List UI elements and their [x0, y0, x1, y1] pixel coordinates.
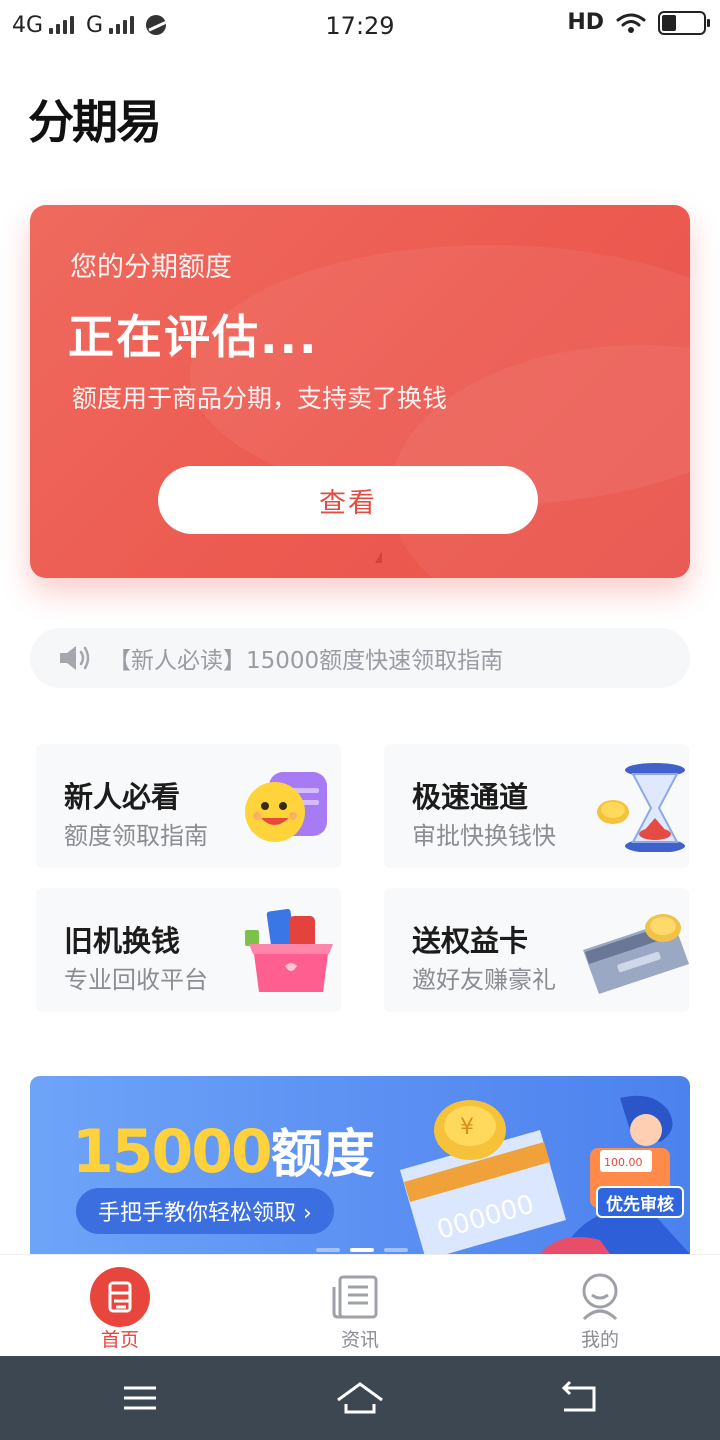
tile-subtitle: 额度领取指南 [64, 822, 208, 850]
wifi-icon [616, 13, 646, 33]
carousel-dots[interactable] [316, 1248, 408, 1252]
home-logo-icon [90, 1267, 150, 1327]
system-nav-bar [0, 1356, 720, 1440]
nav-news[interactable]: 资讯 [300, 1255, 420, 1357]
app-logo: 分期易 [28, 95, 162, 149]
nav-label: 资讯 [340, 1329, 379, 1351]
tile-title: 新人必看 [64, 780, 181, 814]
view-button[interactable]: 查看 [158, 466, 538, 534]
battery-fill [662, 14, 676, 31]
status-bar: 4G G 17:29 HD [0, 0, 720, 50]
battery-icon [658, 10, 710, 35]
bottom-nav: 首页 资讯 我的 [0, 1254, 720, 1356]
nav-label: 我的 [580, 1329, 619, 1351]
tile-fast-track[interactable]: 极速通道 审批快换钱快 [384, 744, 689, 868]
banner-illustration: 000000 ¥ 100.00 [400, 1095, 690, 1254]
banner-button[interactable]: 手把手教你轻松领取 › [76, 1188, 334, 1234]
tile-benefit-card[interactable]: 送权益卡 邀好友赚豪礼 [384, 888, 689, 1012]
nav-home[interactable]: 首页 [60, 1255, 180, 1357]
banner-amount-label: 额度 [270, 1125, 375, 1185]
speaker-icon [60, 646, 90, 670]
yuan-icon: ¥ [460, 1115, 474, 1140]
tile-subtitle: 专业回收平台 [64, 966, 208, 994]
menu-icon[interactable] [110, 1378, 170, 1418]
credit-label: 您的分期额度 [70, 252, 232, 283]
hd-label: HD [567, 10, 604, 35]
notice-text: 【新人必读】15000额度快速领取指南 [108, 648, 504, 674]
credit-card[interactable]: 您的分期额度 正在评估... 额度用于商品分期，支持卖了换钱 查看 [30, 205, 690, 578]
bank-card-icon [583, 914, 689, 994]
tile-subtitle: 邀好友赚豪礼 [412, 966, 556, 994]
gift-box-icon [245, 908, 333, 992]
hourglass-icon [597, 763, 685, 852]
pointer-icon [375, 551, 382, 563]
status-right: HD [567, 10, 710, 35]
banner-title: 15000额度 [72, 1112, 375, 1187]
tile-title: 旧机换钱 [64, 924, 181, 958]
promo-banner[interactable]: 15000额度 手把手教你轻松领取 › 000000 ¥ 100.00 优先审核 [30, 1076, 690, 1254]
smile-face-icon [245, 772, 327, 842]
tile-newbie[interactable]: 新人必看 额度领取指南 [36, 744, 341, 868]
nav-label: 首页 [100, 1329, 139, 1351]
notice-bar[interactable]: 【新人必读】15000额度快速领取指南 [30, 628, 690, 688]
carousel-dot-active[interactable] [350, 1248, 374, 1252]
tile-recycle[interactable]: 旧机换钱 专业回收平台 [36, 888, 341, 1012]
tile-title: 极速通道 [412, 780, 529, 814]
banner-amount: 15000 [72, 1117, 273, 1187]
carousel-dot[interactable] [384, 1248, 408, 1252]
news-icon [332, 1275, 378, 1319]
carousel-dot[interactable] [316, 1248, 340, 1252]
back-icon[interactable] [550, 1378, 610, 1418]
tile-subtitle: 审批快换钱快 [412, 822, 556, 850]
profile-icon [582, 1273, 618, 1321]
tile-title: 送权益卡 [412, 924, 529, 958]
banner-bill-text: 100.00 [604, 1156, 643, 1169]
home-icon[interactable] [330, 1378, 390, 1418]
priority-badge: 优先审核 [596, 1186, 684, 1218]
credit-status: 正在评估... [68, 310, 319, 364]
nav-mine[interactable]: 我的 [540, 1255, 660, 1357]
credit-description: 额度用于商品分期，支持卖了换钱 [72, 384, 448, 413]
